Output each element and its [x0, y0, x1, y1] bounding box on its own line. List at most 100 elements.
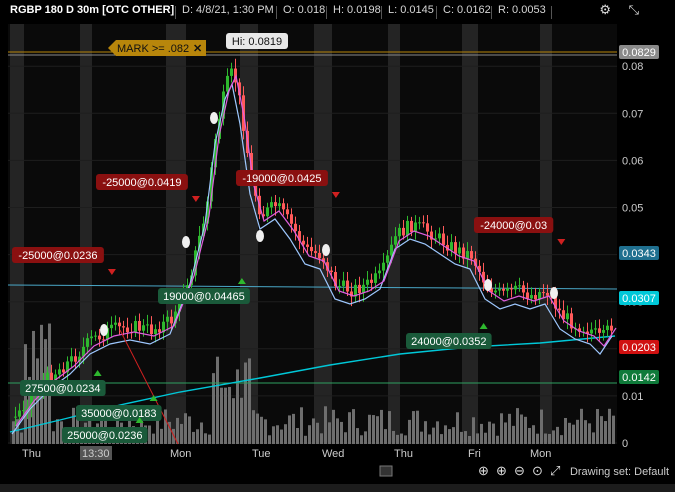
candle-body: [346, 280, 349, 292]
volume-bar: [564, 417, 567, 444]
candle-body: [418, 222, 421, 224]
candle-body: [374, 273, 377, 283]
volume-bar: [504, 422, 507, 444]
volume-bar: [292, 413, 295, 444]
volume-bar: [404, 435, 407, 444]
zoom-out-icon[interactable]: ⊖: [514, 463, 525, 479]
volume-bar: [280, 429, 283, 444]
zoom-in-icon[interactable]: ⊕: [496, 463, 507, 479]
candle-body: [118, 322, 121, 327]
candle-body: [306, 244, 309, 247]
event-marker: [322, 244, 330, 256]
volume-bar: [312, 418, 315, 444]
zoom-fit-icon[interactable]: ⊙: [532, 463, 543, 479]
time-axis-label: Tue: [252, 448, 271, 460]
session-shade: [462, 24, 478, 444]
volume-bar: [200, 422, 203, 444]
chart-window: RGBP 180 D 30m [OTC OTHER] D: 4/8/21, 1:…: [0, 0, 675, 492]
volume-bar: [432, 427, 435, 444]
candle-body: [90, 336, 93, 339]
volume-bar: [496, 435, 499, 444]
candle-body: [366, 279, 369, 285]
candle-body: [594, 328, 597, 330]
volume-bar: [20, 432, 23, 444]
time-axis-label: Mon: [530, 448, 551, 460]
volume-bar: [356, 428, 359, 444]
close-icon[interactable]: ✕: [193, 43, 202, 55]
candle-body: [542, 292, 545, 294]
time-axis-label: Mon: [170, 448, 191, 460]
volume-bar: [244, 362, 247, 444]
candle-body: [382, 262, 385, 271]
volume-bar: [272, 426, 275, 444]
price-tick-label: 0: [622, 438, 628, 450]
volume-bar: [468, 435, 471, 444]
candle-body: [278, 203, 281, 207]
candle-body: [146, 324, 149, 326]
candle-body: [342, 280, 345, 286]
horizontal-scrollbar[interactable]: [0, 484, 675, 492]
candle-body: [610, 325, 613, 331]
volume-bar: [148, 425, 151, 444]
price-chart[interactable]: 0.080.070.060.050.040.030.020.010-25000@…: [0, 0, 675, 492]
crosshair-icon[interactable]: ⊕: [478, 463, 489, 479]
candle-body: [370, 279, 373, 283]
volume-bar: [360, 435, 363, 444]
candle-body: [530, 295, 533, 299]
volume-bar: [560, 435, 563, 444]
trade-marker: -24000@0.03: [474, 217, 554, 233]
candle-body: [470, 251, 473, 259]
volume-bar: [516, 408, 519, 444]
candle-body: [166, 316, 169, 322]
time-axis-label: 13:30: [82, 448, 110, 460]
candle-body: [294, 223, 297, 232]
volume-bar: [584, 420, 587, 444]
price-tick-label: 0.07: [622, 108, 643, 120]
candle-body: [226, 75, 229, 92]
drawing-set-label[interactable]: Drawing set: Default: [570, 466, 669, 478]
candle-body: [150, 324, 153, 335]
volume-bar: [492, 423, 495, 444]
candle-body: [230, 68, 233, 76]
volume-bar: [484, 432, 487, 444]
expand-icon[interactable]: ⤢: [550, 463, 560, 479]
volume-bar: [212, 373, 215, 444]
volume-bar: [588, 423, 591, 444]
candle-body: [110, 324, 113, 329]
candle-body: [158, 329, 161, 333]
volume-bar: [600, 416, 603, 444]
candle-body: [398, 227, 401, 237]
candle-body: [170, 316, 173, 324]
trade-label: 24000@0.0352: [411, 336, 486, 348]
candle-body: [378, 270, 381, 274]
event-marker: [256, 230, 264, 242]
candle-body: [62, 369, 65, 373]
price-tick-label: 0.06: [622, 155, 643, 167]
volume-bar: [464, 431, 467, 444]
volume-bar: [460, 431, 463, 444]
session-shade: [166, 24, 186, 444]
candle-body: [58, 369, 61, 375]
volume-bar: [572, 424, 575, 444]
volume-bar: [448, 429, 451, 444]
volume-bar: [276, 425, 279, 444]
volume-bar: [340, 421, 343, 444]
volume-bar: [240, 397, 243, 444]
candle-body: [422, 222, 425, 224]
volume-bar: [296, 427, 299, 444]
candle-body: [598, 328, 601, 333]
candle-body: [134, 321, 137, 333]
volume-bar: [336, 418, 339, 444]
volume-bar: [612, 415, 615, 444]
volume-bar: [208, 434, 211, 444]
session-shade: [540, 24, 552, 444]
volume-bar: [368, 414, 371, 444]
candle-body: [394, 236, 397, 245]
time-axis-label: Wed: [322, 448, 344, 460]
volume-bar: [308, 425, 311, 444]
time-axis-label: Thu: [394, 448, 413, 460]
volume-bar: [364, 431, 367, 444]
candle-body: [506, 288, 509, 291]
candle-body: [338, 285, 341, 287]
candle-body: [402, 227, 405, 236]
